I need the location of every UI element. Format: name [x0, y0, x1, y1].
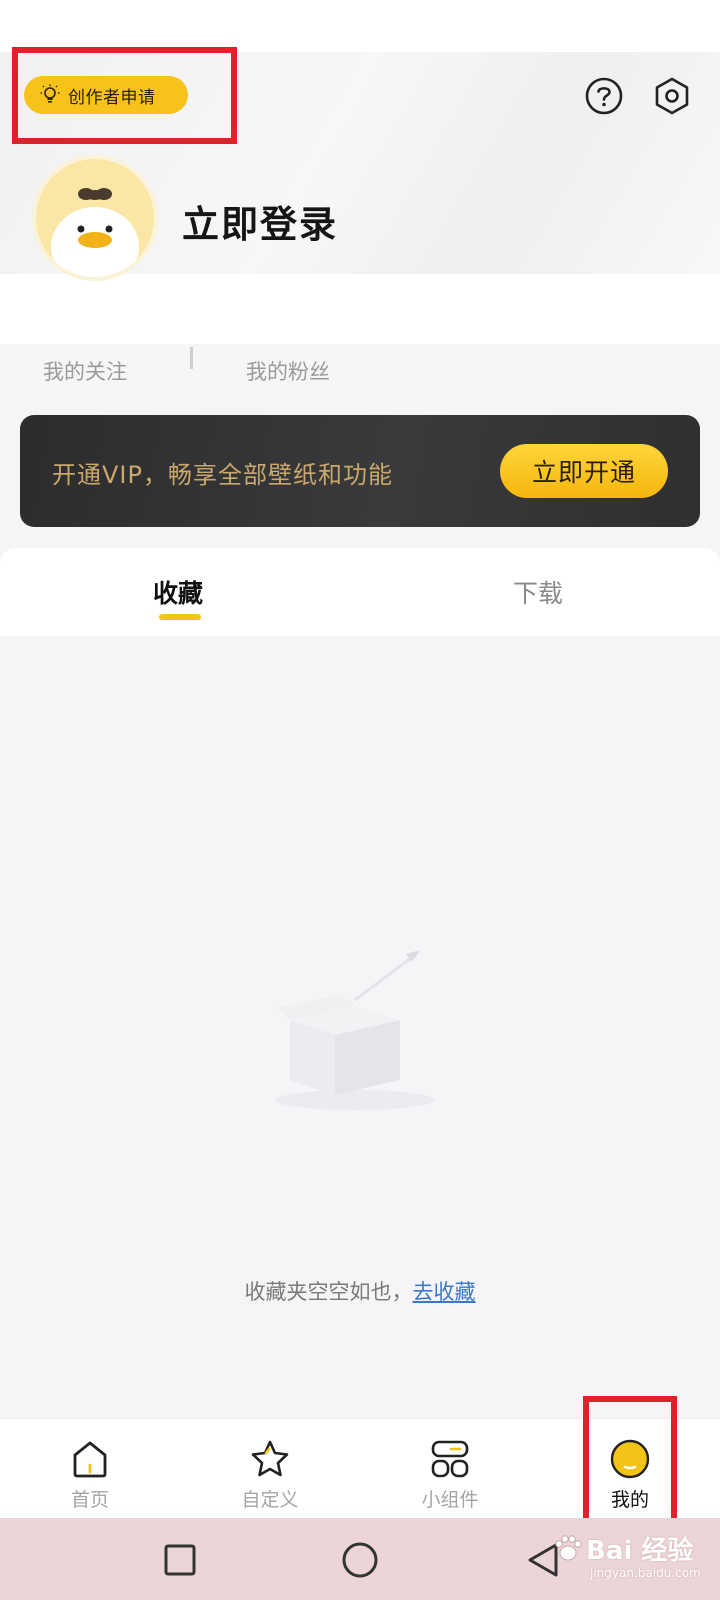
- stats-divider: [190, 347, 193, 369]
- nav-label-custom: 自定义: [241, 1489, 299, 1511]
- nav-item-home[interactable]: 首页: [30, 1419, 150, 1519]
- recent-apps-icon[interactable]: [158, 1538, 202, 1582]
- watermark-url: jingyan.baidu.com: [590, 1566, 701, 1580]
- baidu-watermark: Bai 经验 jingyan.baidu.com: [552, 1528, 712, 1588]
- vip-activate-button[interactable]: 立即开通: [500, 444, 668, 498]
- go-collect-link[interactable]: 去收藏: [413, 1280, 476, 1304]
- widget-icon: [431, 1440, 469, 1478]
- nav-item-widget[interactable]: 小组件: [390, 1419, 510, 1519]
- settings-button[interactable]: [652, 76, 692, 116]
- header-divider-band: [0, 274, 720, 344]
- help-icon: [585, 77, 623, 115]
- fans-stat[interactable]: 我的粉丝: [246, 356, 330, 386]
- following-stat[interactable]: 我的关注: [43, 356, 127, 386]
- star-icon: [251, 1440, 289, 1477]
- nav-label-widget: 小组件: [421, 1489, 479, 1511]
- avatar[interactable]: [32, 155, 158, 281]
- tab-favorites[interactable]: 收藏: [153, 574, 203, 610]
- tab-downloads[interactable]: 下载: [513, 574, 563, 610]
- login-title[interactable]: 立即登录: [182, 194, 338, 248]
- settings-icon: [655, 77, 689, 115]
- watermark-text: Bai 经验: [586, 1536, 694, 1566]
- home-icon: [73, 1441, 107, 1478]
- nav-label-home: 首页: [70, 1489, 109, 1511]
- vip-banner-text: 开通VIP，畅享全部壁纸和功能: [52, 461, 393, 489]
- empty-state-message: 收藏夹空空如也，: [244, 1280, 413, 1304]
- active-tab-indicator: [159, 614, 201, 620]
- nav-item-custom[interactable]: 自定义: [210, 1419, 330, 1519]
- help-button[interactable]: [584, 76, 624, 116]
- system-home-icon[interactable]: [338, 1538, 382, 1582]
- content-tabs: 收藏 下载: [0, 548, 720, 636]
- highlight-box-creator: [12, 47, 237, 144]
- status-bar-area: [0, 0, 720, 52]
- empty-box-illustration: [275, 950, 435, 1110]
- duck-avatar-icon: [36, 159, 154, 277]
- paw-logo-icon: [555, 1535, 582, 1561]
- highlight-box-mine: [583, 1396, 677, 1530]
- empty-state-text: 收藏夹空空如也，去收藏: [0, 1276, 720, 1306]
- vip-banner[interactable]: 开通VIP，畅享全部壁纸和功能 立即开通: [20, 415, 700, 527]
